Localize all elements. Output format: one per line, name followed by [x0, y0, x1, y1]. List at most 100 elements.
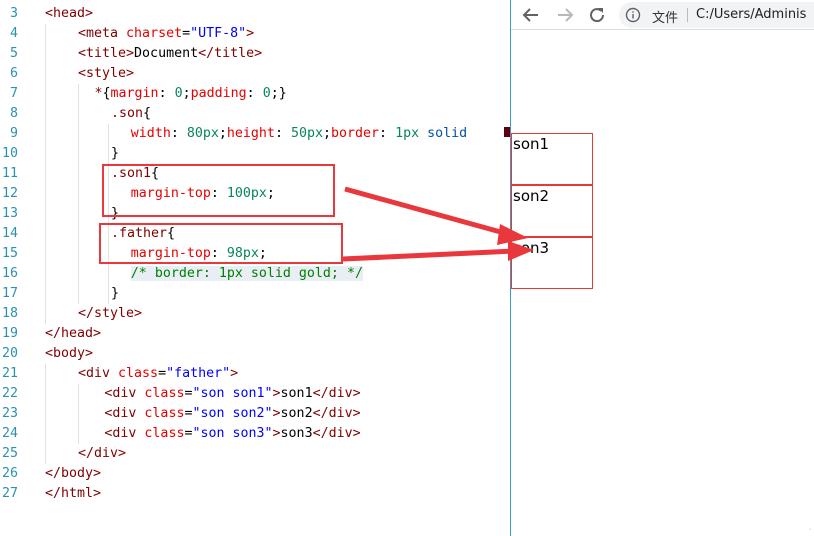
- code-token: =: [158, 366, 167, 381]
- code-token: "father": [166, 366, 231, 381]
- arrow-back-icon[interactable]: [519, 3, 543, 27]
- code-token: /* border: 1px solid gold; */: [130, 266, 363, 281]
- line-number: 20: [1, 346, 18, 361]
- son-box-1: son1: [511, 133, 593, 185]
- line-number: 8: [9, 106, 18, 121]
- code-line[interactable]: 25 </div>: [0, 444, 510, 464]
- code-token: <style>: [78, 66, 135, 81]
- code-token: </div>: [78, 446, 127, 461]
- line-number: 21: [1, 366, 18, 381]
- code-line[interactable]: 10}: [0, 144, 510, 164]
- code-line[interactable]: 7 *{margin: 0;padding: 0;}: [0, 84, 510, 104]
- arrow-forward-icon[interactable]: [553, 3, 577, 27]
- code-token: <div: [78, 366, 119, 381]
- line-number: 12: [1, 186, 18, 201]
- code-text: }: [111, 144, 119, 164]
- code-line[interactable]: 4 <meta charset="UTF-8">: [0, 24, 510, 44]
- code-line[interactable]: 3 <head>: [0, 4, 510, 24]
- code-token: >: [230, 366, 239, 381]
- code-line[interactable]: 27 </html>: [0, 484, 510, 504]
- code-token: :: [158, 86, 175, 101]
- line-number: 13: [1, 206, 18, 221]
- code-line[interactable]: 22 <div class="son son1">son1</div>: [0, 384, 510, 404]
- code-token: </style>: [78, 306, 143, 321]
- code-text: </head>: [45, 324, 101, 344]
- address-bar[interactable]: 文件 C:/Users/Adminis: [619, 2, 814, 28]
- code-line[interactable]: 19 </head>: [0, 324, 510, 344]
- code-token: solid: [427, 126, 468, 141]
- code-token: <body>: [45, 346, 94, 361]
- code-text: <div class="son son1">son1</div>: [104, 384, 360, 404]
- line-number: 18: [1, 306, 18, 321]
- code-token: :: [274, 126, 291, 141]
- code-text: <head>: [45, 4, 93, 24]
- code-token: "son son2": [192, 406, 273, 421]
- code-token: *: [94, 86, 103, 101]
- line-number: 3: [9, 6, 18, 21]
- line-number: 15: [1, 246, 18, 261]
- code-text: <meta charset="UTF-8">: [78, 24, 254, 44]
- page-viewport: son1 son2 son3: [511, 31, 814, 536]
- code-token: .son: [111, 106, 144, 121]
- code-token: >: [272, 406, 281, 421]
- code-token: {: [102, 86, 111, 101]
- code-text: width: 80px;height: 50px;border: 1px sol…: [131, 124, 467, 144]
- code-token: }: [111, 286, 120, 301]
- code-line[interactable]: 8 .son{: [0, 104, 510, 124]
- code-line[interactable]: 9 width: 80px;height: 50px;border: 1px so…: [0, 124, 510, 144]
- code-token: <div: [104, 426, 145, 441]
- line-number: 6: [9, 66, 18, 81]
- line-number: 14: [1, 226, 18, 241]
- code-line[interactable]: 17}: [0, 284, 510, 304]
- code-line[interactable]: 6 <style>: [0, 64, 510, 84]
- code-token: 0: [174, 86, 183, 101]
- code-line[interactable]: 26 </body>: [0, 464, 510, 484]
- line-number: 7: [9, 86, 18, 101]
- line-number: 25: [1, 446, 18, 461]
- code-token: class: [144, 426, 185, 441]
- address-url[interactable]: C:/Users/Adminis: [696, 7, 806, 22]
- line-number: 23: [1, 406, 18, 421]
- code-token: <div: [104, 386, 145, 401]
- reload-icon[interactable]: [585, 3, 609, 27]
- code-text: <div class="father">: [78, 364, 238, 384]
- line-number: 16: [1, 266, 18, 281]
- code-line[interactable]: 21 <div class="father">: [0, 364, 510, 384]
- code-token: :: [170, 126, 187, 141]
- code-editor[interactable]: 3 <head> 4 <meta charset="UTF-8"> 5 <title>Do…: [0, 0, 510, 536]
- code-token: 0: [262, 86, 271, 101]
- code-token: >: [272, 426, 281, 441]
- code-token: </body>: [45, 466, 102, 481]
- code-token: <title>: [78, 46, 135, 61]
- code-token: height: [226, 126, 275, 141]
- code-token: :: [246, 86, 263, 101]
- code-token: son3: [280, 426, 313, 441]
- code-token: "son son3": [192, 426, 273, 441]
- code-token: }: [111, 146, 120, 161]
- code-token: margin: [110, 86, 159, 101]
- code-token: 50px: [290, 126, 323, 141]
- code-text: .son{: [111, 104, 151, 124]
- code-token: =: [182, 26, 191, 41]
- code-line[interactable]: 24 <div class="son son3">son3</div>: [0, 424, 510, 444]
- code-line[interactable]: 23 <div class="son son2">son2</div>: [0, 404, 510, 424]
- code-line[interactable]: 20 <body>: [0, 344, 510, 364]
- line-number: 22: [1, 386, 18, 401]
- code-text: </html>: [45, 484, 101, 504]
- code-text: *{margin: 0;padding: 0;}: [95, 84, 287, 104]
- son-box-3: son3: [511, 237, 593, 289]
- info-icon[interactable]: [625, 7, 641, 23]
- code-line[interactable]: 5 <title>Document</title>: [0, 44, 510, 64]
- code-text: <body>: [45, 344, 93, 364]
- code-token: "son son1": [192, 386, 273, 401]
- code-line[interactable]: 18 </style>: [0, 304, 510, 324]
- line-number: 5: [9, 46, 18, 61]
- code-token: </div>: [312, 426, 361, 441]
- address-divider: [687, 8, 688, 22]
- son-box-2: son2: [511, 185, 593, 237]
- code-token: class: [144, 386, 185, 401]
- code-line[interactable]: 16 /* border: 1px solid gold; */: [0, 264, 510, 284]
- code-token: charset: [126, 26, 183, 41]
- code-token: </html>: [45, 486, 102, 501]
